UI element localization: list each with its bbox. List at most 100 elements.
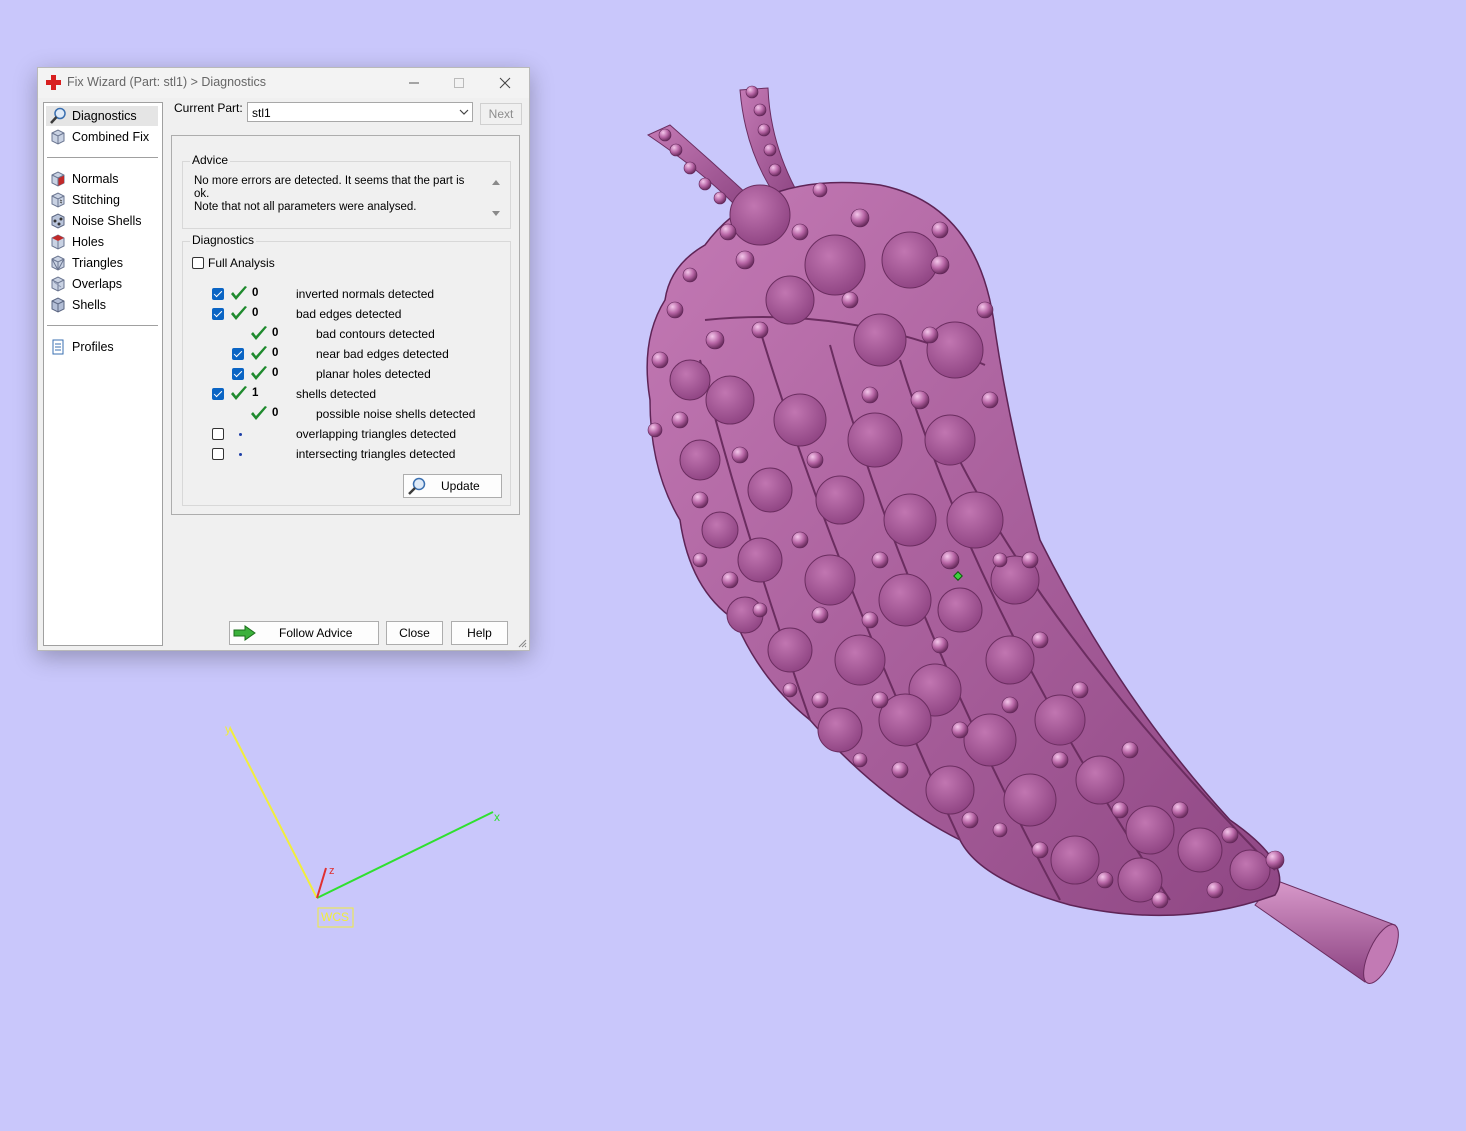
diagnostic-row: overlapping triangles detected (183, 425, 503, 443)
current-part-select[interactable]: stl1 (247, 102, 473, 122)
update-button[interactable]: Update (403, 474, 502, 498)
cube-icon (49, 128, 67, 146)
wcs-label: WCS (321, 910, 349, 924)
green-arrow-icon (233, 625, 256, 641)
check-icon (231, 386, 247, 400)
diagnostic-row: 0 bad contours detected (183, 325, 503, 343)
stitching-cube-icon (49, 191, 67, 209)
diagnostic-count: 1 (252, 387, 259, 399)
sidebar-item-stitching[interactable]: Stitching (46, 190, 158, 210)
check-icon (251, 366, 267, 380)
minimize-button[interactable] (392, 68, 436, 98)
diagnostic-checkbox[interactable] (212, 388, 224, 400)
diagnostic-label: possible noise shells detected (316, 407, 476, 421)
diagnostic-row: 0 bad edges detected (183, 305, 503, 323)
sidebar-item-shells[interactable]: Shells (46, 295, 158, 315)
sidebar-item-label: Noise Shells (72, 214, 142, 228)
diagnostic-count: 0 (272, 327, 279, 339)
overlaps-cube-icon (49, 275, 67, 293)
maximize-icon (454, 78, 464, 88)
y-axis-line (229, 727, 318, 899)
chevron-down-icon (459, 109, 469, 115)
advice-title: Advice (190, 153, 231, 167)
document-icon (49, 338, 67, 356)
diagnostic-count: 0 (252, 287, 259, 299)
resize-grip-icon[interactable] (517, 638, 527, 648)
axis-triad (229, 727, 494, 928)
diagnostic-label: inverted normals detected (296, 287, 435, 301)
minimize-icon (409, 82, 419, 84)
diagnostic-row: 0 planar holes detected (183, 365, 503, 383)
title-bar[interactable]: Fix Wizard (Part: stl1) > Diagnostics (38, 68, 529, 98)
current-part-value: stl1 (252, 106, 271, 120)
sidebar-divider (47, 157, 158, 158)
advice-group: Advice No more errors are detected. It s… (182, 153, 511, 229)
window-title: Fix Wizard (Part: stl1) > Diagnostics (67, 75, 267, 89)
diagnostic-row: intersecting triangles detected (183, 445, 503, 463)
diagnostic-row: 0 near bad edges detected (183, 345, 503, 363)
close-window-button[interactable] (483, 68, 527, 98)
diagnostic-label: intersecting triangles detected (296, 447, 456, 461)
help-button[interactable]: Help (451, 621, 508, 645)
sidebar-item-profiles[interactable]: Profiles (46, 337, 158, 357)
pink-model (646, 85, 1399, 984)
sidebar-item-label: Profiles (72, 340, 114, 354)
z-axis-label: z (329, 865, 335, 877)
diagnostic-label: shells detected (296, 387, 377, 401)
diagnostic-count: 0 (272, 347, 279, 359)
sidebar-item-combined-fix[interactable]: Combined Fix (46, 127, 158, 147)
sidebar-item-label: Stitching (72, 193, 120, 207)
check-icon (231, 286, 247, 300)
model-antenna-right (739, 87, 796, 196)
current-part-label: Current Part: (174, 101, 243, 115)
full-analysis-label: Full Analysis (208, 256, 275, 270)
diagnostic-row: 1 shells detected (183, 385, 503, 403)
advice-scrollbar[interactable] (490, 176, 502, 220)
diagnostics-title: Diagnostics (190, 233, 257, 247)
status-unknown-dot (239, 453, 242, 456)
next-button[interactable]: Next (480, 103, 522, 125)
x-axis-label: x (494, 810, 500, 824)
y-axis-label: y (225, 722, 231, 736)
diagnostic-label: bad contours detected (316, 327, 435, 341)
check-icon (231, 306, 247, 320)
diagnostic-label: near bad edges detected (316, 347, 449, 361)
sidebar-item-diagnostics[interactable]: Diagnostics (46, 106, 158, 126)
diagnostic-label: bad edges detected (296, 307, 402, 321)
diagnostic-row: 0 possible noise shells detected (183, 405, 503, 423)
red-cross-icon (46, 75, 61, 90)
close-button[interactable]: Close (386, 621, 443, 645)
magnifier-icon (49, 107, 67, 125)
sidebar-item-triangles[interactable]: Triangles (46, 253, 158, 273)
sidebar-item-overlaps[interactable]: Overlaps (46, 274, 158, 294)
magnifier-icon (408, 477, 426, 495)
sidebar-divider (47, 325, 158, 326)
fix-wizard-window: Fix Wizard (Part: stl1) > Diagnostics Di… (37, 67, 530, 651)
sidebar-item-holes[interactable]: Holes (46, 232, 158, 252)
diagnostic-checkbox[interactable] (212, 448, 224, 460)
shells-cube-icon (49, 296, 67, 314)
full-analysis-checkbox[interactable] (192, 257, 204, 269)
follow-advice-button[interactable]: Follow Advice (229, 621, 379, 645)
maximize-button[interactable] (437, 68, 481, 98)
sidebar-item-label: Combined Fix (72, 130, 150, 144)
sidebar-item-label: Normals (72, 172, 119, 186)
diagnostics-group: Diagnostics Full Analysis 0 inverted norm… (182, 233, 511, 506)
sidebar-item-label: Overlaps (72, 277, 123, 291)
triangles-cube-icon (49, 254, 67, 272)
wizard-sidebar: Diagnostics Combined Fix Normals Stitchi… (43, 102, 163, 646)
sidebar-item-normals[interactable]: Normals (46, 169, 158, 189)
diagnostic-row: 0 inverted normals detected (183, 285, 503, 303)
noise-shells-icon (49, 212, 67, 230)
sidebar-item-label: Diagnostics (72, 109, 137, 123)
diagnostic-checkbox[interactable] (212, 428, 224, 440)
sidebar-item-noise-shells[interactable]: Noise Shells (46, 211, 158, 231)
advice-text: No more errors are detected. It seems th… (194, 175, 465, 213)
diagnostic-checkbox[interactable] (232, 368, 244, 380)
diagnostic-checkbox[interactable] (232, 348, 244, 360)
x-axis-line (316, 811, 494, 899)
status-unknown-dot (239, 433, 242, 436)
check-icon (251, 346, 267, 360)
diagnostic-checkbox[interactable] (212, 308, 224, 320)
diagnostic-checkbox[interactable] (212, 288, 224, 300)
